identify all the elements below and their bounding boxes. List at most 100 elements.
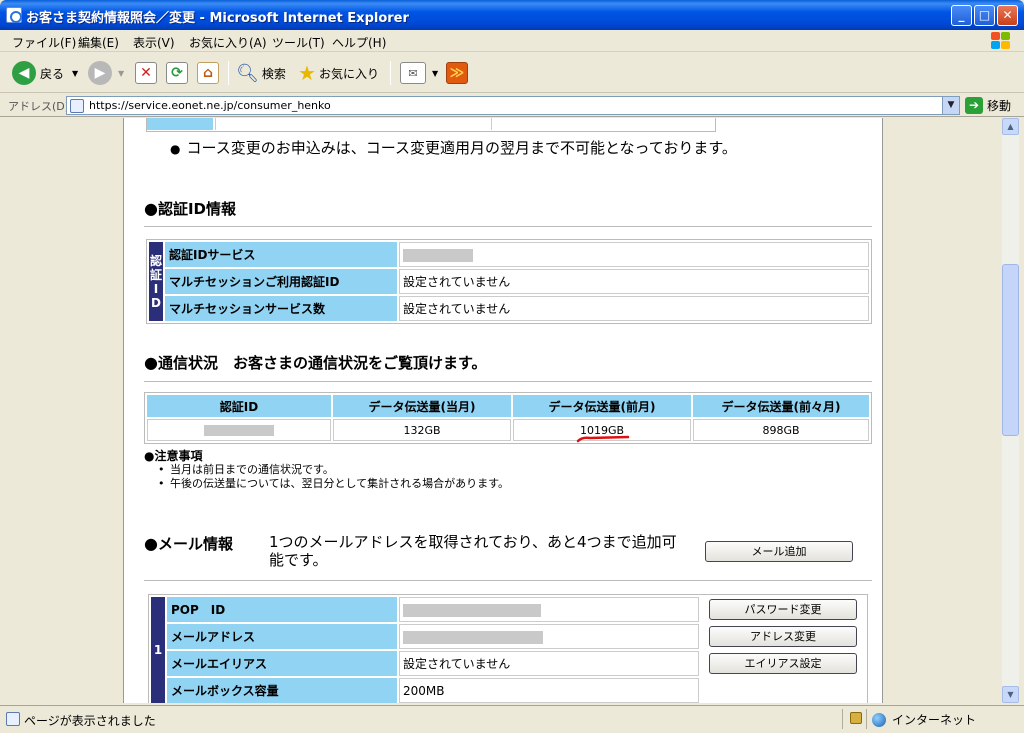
- section-divider: [144, 381, 872, 382]
- mail-row-action: パスワード変更: [701, 597, 865, 622]
- page-body: ● コース変更のお申込みは、コース変更適用月の翌月まで不可能となっております。 ●…: [123, 118, 883, 703]
- course-table-remnant: [146, 118, 716, 132]
- auth-row-value: [399, 242, 869, 267]
- window-title: お客さま契約情報照会／変更 - Microsoft Internet Explo…: [26, 11, 409, 26]
- favorites-button[interactable]: ★ お気に入り: [298, 60, 379, 86]
- mail-row-value: [399, 597, 699, 622]
- masked-value: [403, 248, 473, 262]
- security-zone: インターネット: [872, 711, 976, 728]
- auth-row-label: マルチセッションサービス数: [165, 296, 397, 321]
- status-text: ページが表示されました: [24, 714, 156, 728]
- close-button[interactable]: ✕: [997, 5, 1018, 26]
- auth-row-value: 設定されていません: [399, 269, 869, 294]
- stop-icon: ✕: [135, 62, 157, 84]
- back-arrow-icon: ◀: [12, 61, 36, 85]
- minimize-button[interactable]: _: [951, 5, 972, 26]
- section-divider: [144, 580, 872, 581]
- refresh-button[interactable]: ⟳: [166, 60, 188, 86]
- windows-logo-icon: [990, 31, 1012, 51]
- alias-setting-button[interactable]: エイリアス設定: [709, 653, 857, 674]
- scroll-up-icon[interactable]: ▲: [1002, 118, 1019, 135]
- section-divider: [144, 226, 872, 227]
- password-change-button[interactable]: パスワード変更: [709, 599, 857, 620]
- forward-dropdown-icon[interactable]: ▼: [118, 69, 124, 78]
- mail-button[interactable]: ✉ ▼: [400, 60, 438, 86]
- address-change-button[interactable]: アドレス変更: [709, 626, 857, 647]
- auth-table: 認 証 I D 認証IDサービス マルチセッションご利用認証ID 設定されていま…: [146, 239, 872, 324]
- toolbar-separator: [228, 61, 229, 85]
- page-icon: [70, 99, 84, 113]
- auth-row-label: 認証IDサービス: [165, 242, 397, 267]
- mail-row-label: POP ID: [167, 597, 397, 622]
- traffic-current-month: 132GB: [333, 419, 511, 441]
- course-note: ● コース変更のお申込みは、コース変更適用月の翌月まで不可能となっております。: [170, 139, 737, 157]
- refresh-icon: ⟳: [166, 62, 188, 84]
- go-button[interactable]: ➔ 移動: [965, 97, 1011, 114]
- stop-button[interactable]: ✕: [135, 60, 157, 86]
- search-icon: 🔍︎: [236, 62, 259, 84]
- masked-value: [204, 425, 274, 436]
- go-arrow-icon: ➔: [965, 97, 983, 114]
- mail-row-action: アドレス変更: [701, 624, 865, 649]
- scroll-down-icon[interactable]: ▼: [1002, 686, 1019, 703]
- menu-file[interactable]: ファイル(F): [12, 34, 76, 51]
- zone-label: インターネット: [892, 713, 977, 727]
- ie-icon: [6, 7, 22, 23]
- forward-button[interactable]: ▶ ▼: [88, 60, 124, 86]
- traffic-col-header: データ伝送量(当月): [333, 395, 511, 417]
- back-label: 戻る: [40, 66, 65, 81]
- mail-dropdown-icon[interactable]: ▼: [432, 69, 438, 78]
- status-bar: ページが表示されました インターネット: [0, 705, 1024, 733]
- mail-row-value: 200MB: [399, 678, 699, 703]
- mail-row-value: 設定されていません: [399, 651, 699, 676]
- traffic-col-header: データ伝送量(前々月): [693, 395, 869, 417]
- notes-list: 当月は前日までの通信状況です。 午後の伝送量については、翌日分として集計される場…: [156, 463, 509, 491]
- content-viewport: ● コース変更のお申込みは、コース変更適用月の翌月まで不可能となっております。 ●…: [4, 118, 1002, 703]
- vertical-scrollbar[interactable]: ▲ ▼: [1002, 118, 1019, 703]
- menu-bar: ファイル(F) 編集(E) 表示(V) お気に入り(A) ツール(T) ヘルプ(…: [0, 30, 1024, 52]
- traffic-id-cell: [147, 419, 331, 441]
- mail-description: 1つのメールアドレスを取得されており、あと4つまで追加可 能です。: [269, 533, 677, 569]
- address-url[interactable]: https://service.eonet.ne.jp/consumer_hen…: [89, 99, 331, 112]
- auth-heading: ●認証ID情報: [144, 199, 237, 218]
- globe-icon: [872, 712, 886, 727]
- favorites-label: お気に入り: [318, 66, 379, 81]
- address-input[interactable]: https://service.eonet.ne.jp/consumer_hen…: [66, 96, 960, 115]
- home-button[interactable]: ⌂: [197, 60, 219, 86]
- menu-edit[interactable]: 編集(E): [78, 34, 119, 51]
- scroll-thumb[interactable]: [1002, 264, 1019, 436]
- menu-tools[interactable]: ツール(T): [272, 34, 325, 51]
- mail-row-value: [399, 624, 699, 649]
- mail-heading: ●メール情報: [144, 534, 233, 553]
- go-label: 移動: [987, 99, 1012, 113]
- auth-side-label: 認 証 I D: [149, 242, 163, 321]
- maximize-button[interactable]: □: [974, 5, 995, 26]
- address-dropdown-icon[interactable]: ▼: [942, 97, 959, 114]
- traffic-col-header: 認証ID: [147, 395, 331, 417]
- add-mail-button[interactable]: メール追加: [705, 541, 853, 562]
- menu-favorites[interactable]: お気に入り(A): [189, 34, 267, 51]
- mail-row-label: メールボックス容量: [167, 678, 397, 703]
- traffic-col-header: データ伝送量(前月): [513, 395, 691, 417]
- addon-icon: ≫: [446, 62, 468, 84]
- traffic-two-months-ago: 898GB: [693, 419, 869, 441]
- back-button[interactable]: ◀ 戻る ▼: [12, 60, 78, 86]
- mail-row-label: メールアドレス: [167, 624, 397, 649]
- forward-arrow-icon: ▶: [88, 61, 112, 85]
- search-button[interactable]: 🔍︎ 検索: [236, 60, 286, 86]
- address-bar: アドレス(D) https://service.eonet.ne.jp/cons…: [0, 94, 1024, 117]
- traffic-table: 認証ID データ伝送量(当月) データ伝送量(前月) データ伝送量(前々月) 1…: [144, 392, 872, 444]
- back-dropdown-icon[interactable]: ▼: [72, 69, 78, 78]
- mail-row-action: [701, 678, 865, 703]
- note-item: 午後の伝送量については、翌日分として集計される場合があります。: [156, 477, 509, 491]
- lock-icon: [850, 712, 862, 724]
- red-underline-mark: [576, 435, 630, 443]
- menu-help[interactable]: ヘルプ(H): [332, 34, 386, 51]
- addon-button[interactable]: ≫: [446, 60, 468, 86]
- home-icon: ⌂: [197, 62, 219, 84]
- mail-row-label: メールエイリアス: [167, 651, 397, 676]
- favorites-star-icon: ★: [298, 61, 316, 85]
- masked-value: [403, 630, 543, 644]
- menu-view[interactable]: 表示(V): [133, 34, 175, 51]
- page-done-icon: [6, 712, 20, 726]
